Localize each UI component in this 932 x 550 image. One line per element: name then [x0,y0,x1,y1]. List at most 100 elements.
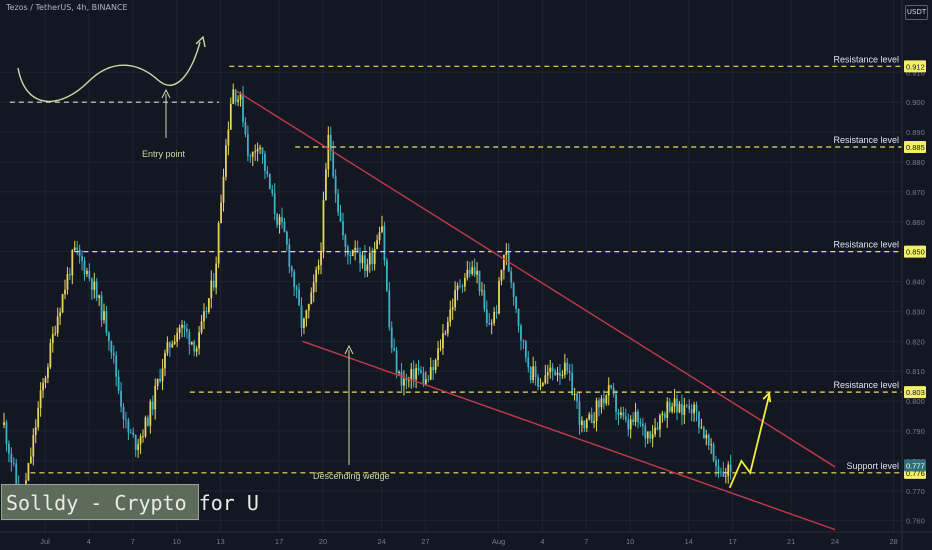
candle-body [549,367,552,373]
candle-body [47,367,49,378]
candle-body [181,324,183,328]
candle-body [346,246,349,255]
time-tick-label: Jul [40,537,50,546]
candle-body [71,250,74,276]
interval[interactable]: 4h [76,3,86,12]
candle-body [629,419,632,430]
candle-body [563,362,566,375]
candle-body [132,432,135,436]
candle-body [590,414,593,424]
candle-body [171,343,174,348]
candle-body [439,348,442,349]
candle-body [385,260,388,291]
candle-body [595,400,598,422]
candle-body [173,341,176,344]
candle-body [129,432,132,434]
price-chart[interactable]: Resistance level Resistance level Resistan… [0,0,932,550]
candle-body [627,419,630,430]
candle-body [64,289,66,295]
candle-body [76,247,79,250]
candle-body [717,466,720,472]
candle-body [56,316,59,334]
candle-body [415,368,418,380]
candle-body [66,274,69,290]
candle-body [295,287,298,290]
candle-body [532,366,535,381]
candle-body [602,398,605,404]
candle-body [127,420,130,433]
candle-body [188,331,191,345]
candle-body [134,435,137,450]
candle-body [312,282,315,293]
descending-wedge-label: Descending wedge [313,471,390,481]
candle-body [227,129,230,146]
candle-body [598,400,600,408]
candle-body [724,476,727,477]
candle-body [354,247,357,251]
candle-body [139,436,142,445]
candle-body [249,155,252,157]
candle-body [68,274,71,276]
candle [385,257,388,292]
candle-body [254,151,257,153]
candle-body [485,309,488,324]
candle-body [271,189,274,194]
candle-body [276,214,279,225]
candle-body [715,460,717,467]
candle-body [229,103,232,130]
candle-body [273,193,276,215]
candle-body [442,333,444,349]
candle-body [215,263,218,288]
candle-body [42,382,44,391]
currency-button[interactable]: USDT [905,5,928,20]
price-tick-label: 0.800 [906,397,925,406]
price-tick-label: 0.880 [906,158,925,167]
candle-body [620,412,622,415]
candle-body [164,352,166,369]
candle-body [100,295,103,321]
candle-body [351,250,354,257]
candle-body [673,398,676,407]
time-tick-label: 7 [584,537,588,546]
candle-body [381,226,383,233]
candle-body [729,464,732,472]
candle-body [527,357,530,368]
candle-body [161,368,164,382]
candle-body [81,256,83,261]
candle-body [193,341,196,352]
level-title: Resistance level [833,135,899,145]
candle-body [285,231,288,245]
level-title: Resistance level [833,380,899,390]
candle-body [624,416,627,420]
candle-body [495,312,498,314]
candle-body [120,390,122,407]
candle-body [332,150,335,177]
candle-body [388,290,391,328]
time-tick-label: Aug [492,537,505,546]
candle-body [256,148,259,152]
chart-panel[interactable]: Resistance level Resistance level Resistan… [0,0,932,550]
candle-body [607,385,610,396]
candle-body [398,371,400,373]
candle-body [329,134,332,151]
candle-body [634,411,637,422]
time-tick-label: 20 [319,537,327,546]
chart-legend: Tezos / TetherUS, 4h, BINANCE [6,3,128,12]
candle-body [522,340,525,342]
candle-body [451,307,454,310]
candle-body [605,395,608,404]
symbol-name[interactable]: Tezos / TetherUS [6,3,71,12]
candle-body [210,280,213,299]
candle-body [364,255,366,271]
candle-body [281,217,283,222]
candle-body [44,377,47,383]
candle-body [403,378,405,386]
price-tick-label: 0.860 [906,218,925,227]
candle-body [493,312,496,324]
candle-body [466,269,469,278]
candle-body [307,304,310,311]
price-tick-label: 0.870 [906,188,925,197]
candle-body [449,309,452,322]
candle-body [581,420,583,426]
candle-body [112,352,115,356]
